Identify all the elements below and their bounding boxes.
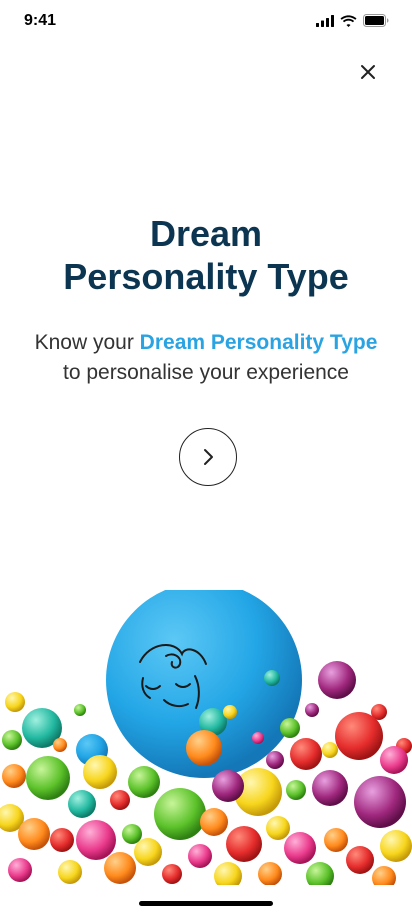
decorative-sphere <box>306 862 334 885</box>
subtitle-line-2: to personalise your experience <box>62 361 349 384</box>
title-line-1: Dream <box>149 213 263 254</box>
decorative-sphere <box>346 846 374 874</box>
decorative-sphere <box>186 730 222 766</box>
decorative-sphere <box>380 746 408 774</box>
decorative-sphere <box>286 780 306 800</box>
subtitle-prefix: Know your <box>34 331 140 354</box>
decorative-sphere <box>26 756 70 800</box>
decorative-sphere <box>264 670 280 686</box>
decorative-sphere <box>5 692 25 712</box>
subtitle-line-1: Know your Dream Personality Type <box>0 328 412 358</box>
decorative-sphere <box>200 808 228 836</box>
decorative-sphere <box>318 661 356 699</box>
decorative-sphere <box>324 828 348 852</box>
decorative-sphere <box>68 790 96 818</box>
decorative-sphere <box>110 790 130 810</box>
decorative-sphere <box>74 704 86 716</box>
decorative-sphere <box>226 826 262 862</box>
subtitle: Know your Dream Personality Type to pers… <box>0 328 412 388</box>
decorative-sphere <box>284 832 316 864</box>
battery-icon <box>363 14 389 27</box>
close-icon <box>361 65 375 79</box>
decorative-sphere <box>53 738 67 752</box>
subtitle-highlight: Dream Personality Type <box>139 331 378 354</box>
decorative-sphere <box>380 830 412 862</box>
decorative-sphere <box>258 862 282 885</box>
decorative-sphere <box>188 844 212 868</box>
decorative-sphere <box>312 770 348 806</box>
decorative-sphere <box>354 776 406 828</box>
decorative-sphere <box>128 766 160 798</box>
decorative-sphere <box>154 788 206 840</box>
decorative-sphere <box>162 864 182 884</box>
decorative-sphere <box>223 705 237 719</box>
decorative-sphere <box>2 730 22 750</box>
decorative-sphere <box>2 764 26 788</box>
decorative-sphere <box>104 852 136 884</box>
decorative-sphere <box>290 738 322 770</box>
next-button[interactable] <box>179 428 237 486</box>
decorative-sphere <box>83 755 117 789</box>
decorative-sphere <box>76 820 116 860</box>
decorative-sphere <box>280 718 300 738</box>
decorative-sphere <box>122 824 142 844</box>
status-time: 9:41 <box>24 12 57 29</box>
decorative-sphere <box>134 838 162 866</box>
decorative-sphere <box>214 862 242 885</box>
decorative-sphere <box>252 732 264 744</box>
dream-spheres-illustration <box>0 590 412 885</box>
page-title: Dream Personality Type <box>0 212 412 298</box>
status-bar: 9:41 <box>0 0 412 44</box>
close-button[interactable] <box>352 56 384 88</box>
signal-icon <box>316 14 334 27</box>
decorative-sphere <box>8 858 32 882</box>
decorative-sphere <box>18 818 50 850</box>
decorative-sphere <box>58 860 82 884</box>
wifi-icon <box>340 14 357 27</box>
decorative-sphere <box>372 866 396 885</box>
decorative-sphere <box>335 712 383 760</box>
chevron-right-icon <box>204 449 213 465</box>
decorative-sphere <box>322 742 338 758</box>
title-line-2: Personality Type <box>63 256 349 297</box>
decorative-sphere <box>305 703 319 717</box>
decorative-sphere <box>266 816 290 840</box>
decorative-sphere <box>212 770 244 802</box>
decorative-sphere <box>266 751 284 769</box>
decorative-sphere <box>50 828 74 852</box>
home-indicator[interactable] <box>139 901 273 906</box>
status-icons <box>316 14 390 27</box>
